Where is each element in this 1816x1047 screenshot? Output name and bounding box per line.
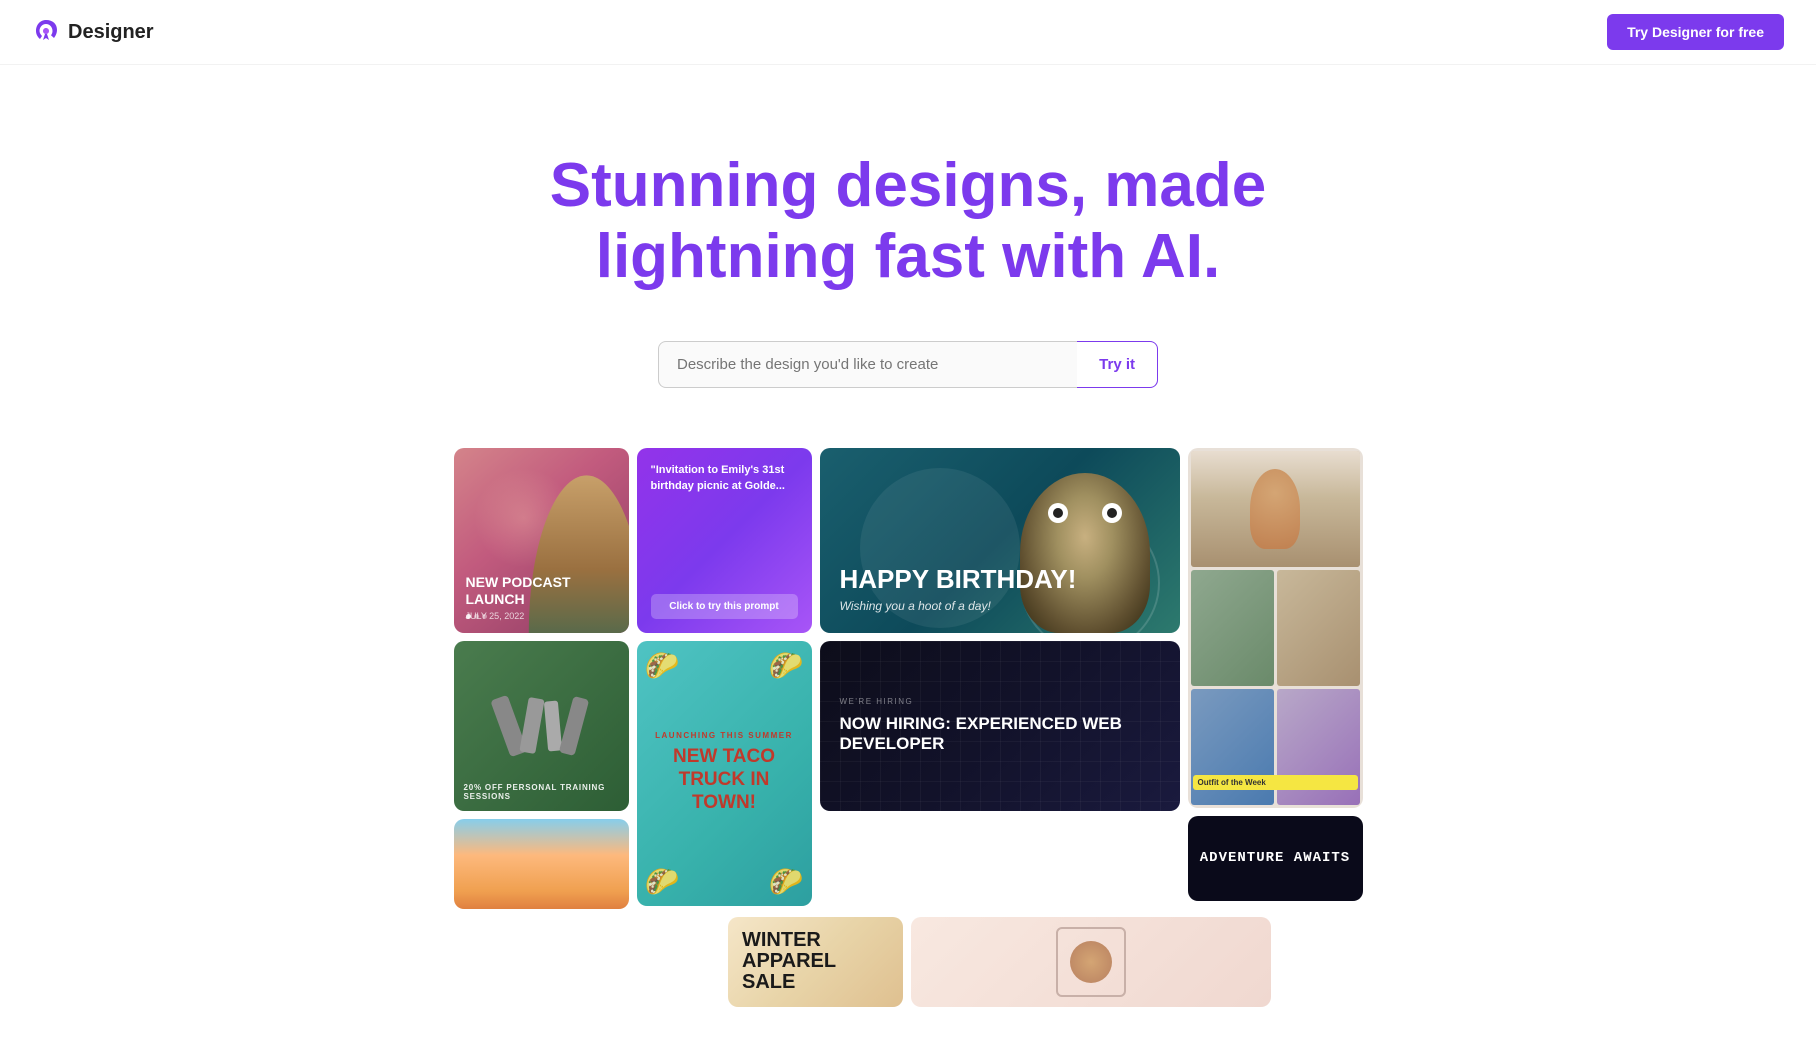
gallery-section: NEW PODCAST LAUNCH JULY 25, 2022 bbox=[0, 448, 1816, 1047]
header-cta-button[interactable]: Try Designer for free bbox=[1607, 14, 1784, 50]
logo-icon bbox=[32, 18, 60, 46]
tile-tools[interactable]: 20% OFF PERSONAL TRAINING SESSIONS bbox=[454, 641, 629, 811]
spacer-col1 bbox=[545, 917, 720, 1007]
tile-hiring[interactable]: WE'RE HIRING NOW HIRING: EXPERIENCED WEB… bbox=[820, 641, 1180, 811]
invitation-cta[interactable]: Click to try this prompt bbox=[651, 594, 798, 619]
tile-winter[interactable]: WINTERAPPARELSALE bbox=[728, 917, 903, 1007]
tile-baby[interactable] bbox=[911, 917, 1271, 1007]
podcast-title: NEW PODCAST LAUNCH bbox=[466, 574, 617, 606]
tile-adventure[interactable]: ADVENTURE AWAITS bbox=[1188, 816, 1363, 901]
collage-img-top bbox=[1191, 451, 1360, 567]
adventure-text: ADVENTURE AWAITS bbox=[1200, 850, 1350, 867]
header: Designer Try Designer for free bbox=[0, 0, 1816, 65]
taco-label: LAUNCHING THIS SUMMER bbox=[655, 731, 793, 740]
tile-invitation[interactable]: "Invitation to Emily's 31st birthday pic… bbox=[637, 448, 812, 633]
search-input[interactable] bbox=[658, 341, 1077, 388]
taco-emoji-4: 🌮 bbox=[769, 865, 804, 898]
tile-taco[interactable]: 🌮 🌮 🌮 🌮 LAUNCHING THIS SUMMER NEW TACO T… bbox=[637, 641, 812, 906]
search-container: Try it bbox=[658, 341, 1158, 388]
gallery-col-3: HAPPY BIRTHDAY! Wishing you a hoot of a … bbox=[820, 448, 1180, 909]
hiring-label: WE'RE HIRING bbox=[840, 697, 1160, 706]
gallery-col-4: Outfit of the Week ADVENTURE AWAITS bbox=[1188, 448, 1363, 909]
winter-text: WINTERAPPARELSALE bbox=[742, 930, 889, 993]
taco-title: NEW TACO TRUCK IN TOWN! bbox=[651, 746, 798, 814]
podcast-dots bbox=[466, 614, 487, 619]
search-button[interactable]: Try it bbox=[1077, 341, 1158, 388]
taco-emoji-2: 🌮 bbox=[769, 649, 804, 682]
baby-head bbox=[1070, 941, 1112, 983]
logo-text: Designer bbox=[68, 21, 154, 44]
tile-collage[interactable]: Outfit of the Week bbox=[1188, 448, 1363, 808]
collage-img-mid-left bbox=[1191, 570, 1274, 686]
gallery-grid: NEW PODCAST LAUNCH JULY 25, 2022 bbox=[0, 448, 1816, 909]
taco-emoji-1: 🌮 bbox=[645, 649, 680, 682]
baby-frame bbox=[1056, 927, 1126, 997]
gallery-row-2: WINTERAPPARELSALE bbox=[0, 917, 1816, 1007]
collage-label: Outfit of the Week bbox=[1193, 775, 1358, 790]
birthday-title: HAPPY BIRTHDAY! bbox=[840, 565, 1160, 594]
hiring-title: NOW HIRING: EXPERIENCED WEB DEVELOPER bbox=[840, 714, 1160, 755]
invitation-text: "Invitation to Emily's 31st birthday pic… bbox=[651, 462, 798, 495]
gallery-col-2: "Invitation to Emily's 31st birthday pic… bbox=[637, 448, 812, 909]
gallery-col-1: NEW PODCAST LAUNCH JULY 25, 2022 bbox=[454, 448, 629, 909]
tile-podcast[interactable]: NEW PODCAST LAUNCH JULY 25, 2022 bbox=[454, 448, 629, 633]
tools-text: 20% OFF PERSONAL TRAINING SESSIONS bbox=[464, 783, 619, 801]
collage-img-mid-right bbox=[1277, 570, 1360, 686]
podcast-date: JULY 25, 2022 bbox=[466, 611, 617, 621]
birthday-subtitle: Wishing you a hoot of a day! bbox=[840, 599, 1160, 613]
tile-birthday[interactable]: HAPPY BIRTHDAY! Wishing you a hoot of a … bbox=[820, 448, 1180, 633]
tile-sky[interactable] bbox=[454, 819, 629, 909]
logo-area: Designer bbox=[32, 18, 154, 46]
hero-title: Stunning designs, made lightning fast wi… bbox=[478, 100, 1338, 293]
taco-emoji-3: 🌮 bbox=[645, 865, 680, 898]
